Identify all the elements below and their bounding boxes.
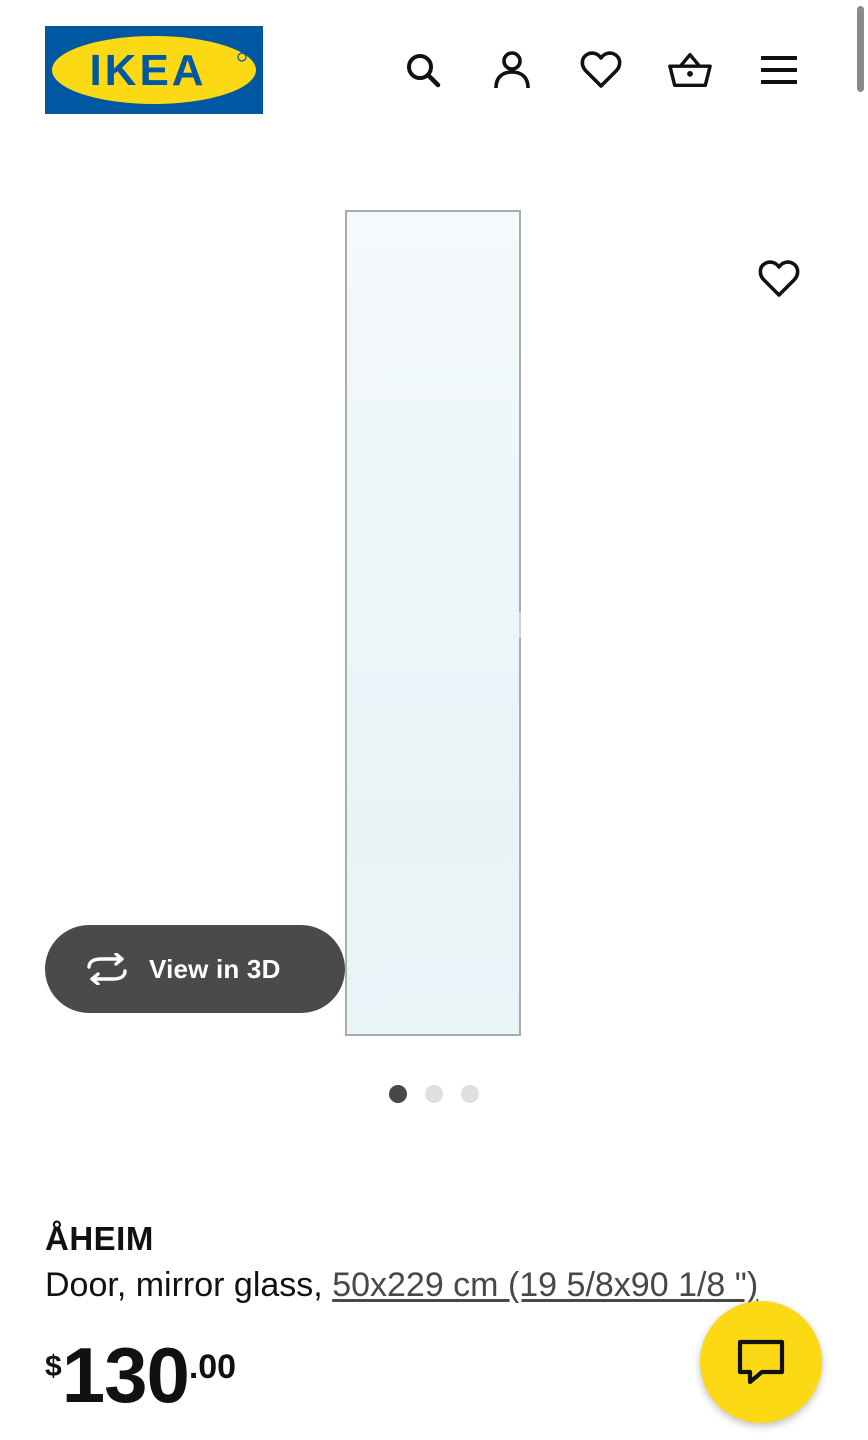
mirror-edge [519,612,521,638]
view-in-3d-button[interactable]: View in 3D [45,925,345,1013]
product-price: $ 130 .00 [45,1336,236,1414]
carousel-dot-2[interactable] [425,1085,443,1103]
price-integer: 130 [61,1331,190,1419]
view-in-3d-label: View in 3D [149,953,281,984]
account-icon[interactable] [490,48,534,92]
basket-icon[interactable] [668,48,712,92]
chat-icon [737,1339,785,1385]
product-image-mirror [345,210,521,1036]
menu-icon[interactable] [757,48,801,92]
carousel-dots [389,1085,479,1103]
product-page: IKEA View in 3D ÅHEIM Door, mirror glass… [0,0,868,1440]
product-image-gallery[interactable]: View in 3D [0,140,868,1060]
carousel-dot-1[interactable] [389,1085,407,1103]
svg-text:IKEA: IKEA [89,46,206,95]
carousel-dot-3[interactable] [461,1085,479,1103]
price-currency: $ [45,1350,62,1383]
rotate-3d-icon [83,953,131,985]
product-description: Door, mirror glass, 50x229 cm (19 5/8x90… [45,1266,758,1305]
ikea-logo[interactable]: IKEA [45,26,263,114]
add-to-favourites-heart-icon[interactable] [754,256,804,302]
product-name: ÅHEIM [45,1220,154,1257]
product-dimensions-link[interactable]: 50x229 cm (19 5/8x90 1/8 ") [332,1266,758,1304]
price-decimal: .00 [188,1348,237,1386]
product-type-text: Door, mirror glass, [45,1266,333,1304]
search-icon[interactable] [401,48,445,92]
scrollbar[interactable] [857,6,864,92]
chat-button[interactable] [700,1301,822,1423]
heart-icon[interactable] [579,48,623,92]
